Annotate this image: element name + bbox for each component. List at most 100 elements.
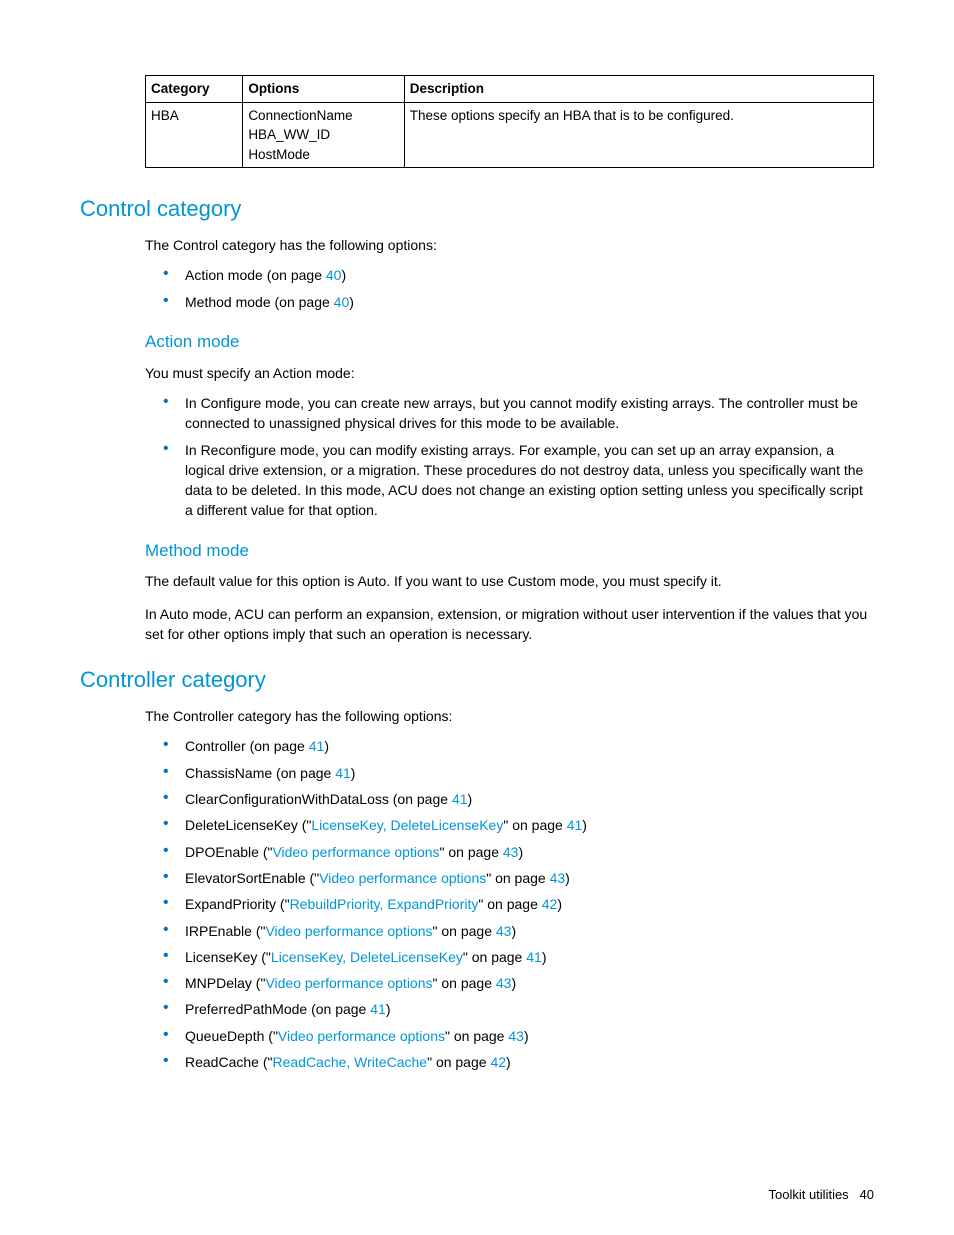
cross-ref-link[interactable]: Video performance options (265, 975, 432, 991)
item-pre: DeleteLicenseKey (" (185, 817, 311, 833)
item-pre: LicenseKey (" (185, 949, 271, 965)
cross-ref-link[interactable]: LicenseKey, DeleteLicenseKey (311, 817, 503, 833)
item-post: ) (351, 765, 356, 781)
th-description: Description (404, 76, 873, 103)
item-post: ) (557, 896, 562, 912)
cross-ref-link[interactable]: Video performance options (272, 844, 439, 860)
item-mid: " on page (463, 949, 526, 965)
item-post: ) (511, 975, 516, 991)
heading-control-category: Control category (80, 193, 874, 225)
heading-action-mode: Action mode (145, 330, 874, 355)
item-post: ) (518, 844, 523, 860)
item-pre: IRPEnable (" (185, 923, 265, 939)
table-header-row: Category Options Description (146, 76, 874, 103)
opt-item: ConnectionName (248, 106, 398, 126)
heading-controller-category: Controller category (80, 664, 874, 696)
item-mid: " on page (427, 1054, 490, 1070)
list-item: Controller (on page 41) (185, 736, 874, 756)
list-item: MNPDelay ("Video performance options" on… (185, 973, 874, 993)
list-item: ExpandPriority ("RebuildPriority, Expand… (185, 894, 874, 914)
item-label: Method mode (on page (185, 294, 334, 310)
page-link[interactable]: 43 (508, 1028, 524, 1044)
list-item: ReadCache ("ReadCache, WriteCache" on pa… (185, 1052, 874, 1072)
item-pre: ExpandPriority (" (185, 896, 290, 912)
item-post: ) (468, 791, 473, 807)
item-pre: ClearConfigurationWithDataLoss (on page (185, 791, 452, 807)
item-label: Action mode (on page (185, 267, 326, 283)
page-link[interactable]: 40 (326, 267, 342, 283)
item-post: ) (565, 870, 570, 886)
item-post: ) (506, 1054, 511, 1070)
td-options: ConnectionName HBA_WW_ID HostMode (243, 102, 404, 168)
item-mid: " on page (440, 844, 503, 860)
page-link[interactable]: 40 (334, 294, 350, 310)
list-item: ChassisName (on page 41) (185, 763, 874, 783)
list-item: IRPEnable ("Video performance options" o… (185, 921, 874, 941)
cross-ref-link[interactable]: 41 (309, 738, 325, 754)
cross-ref-link[interactable]: Video performance options (265, 923, 432, 939)
page-link[interactable]: 43 (550, 870, 566, 886)
cross-ref-link[interactable]: 41 (335, 765, 351, 781)
controller-options-list: Controller (on page 41)ChassisName (on p… (185, 736, 874, 1072)
item-pre: PreferredPathMode (on page (185, 1001, 370, 1017)
page-link[interactable]: 43 (496, 975, 512, 991)
item-pre: DPOEnable (" (185, 844, 272, 860)
item-mid: " on page (445, 1028, 508, 1044)
th-category: Category (146, 76, 243, 103)
footer-page: 40 (860, 1187, 874, 1202)
page-link[interactable]: 41 (526, 949, 542, 965)
heading-method-mode: Method mode (145, 539, 874, 564)
cross-ref-link[interactable]: Video performance options (319, 870, 486, 886)
action-intro: You must specify an Action mode: (145, 363, 874, 383)
cross-ref-link[interactable]: Video performance options (278, 1028, 445, 1044)
action-list: In Configure mode, you can create new ar… (185, 393, 874, 521)
list-item: ElevatorSortEnable ("Video performance o… (185, 868, 874, 888)
item-mid: " on page (433, 923, 496, 939)
th-options: Options (243, 76, 404, 103)
footer-label: Toolkit utilities (768, 1187, 848, 1202)
item-mid: " on page (433, 975, 496, 991)
item-post: ) (511, 923, 516, 939)
item-post: ) (582, 817, 587, 833)
page-link[interactable]: 41 (567, 817, 583, 833)
cross-ref-link[interactable]: ReadCache, WriteCache (272, 1054, 427, 1070)
item-pre: ElevatorSortEnable (" (185, 870, 319, 886)
list-item: ClearConfigurationWithDataLoss (on page … (185, 789, 874, 809)
footer: Toolkit utilities 40 (768, 1186, 874, 1205)
item-pre: MNPDelay (" (185, 975, 265, 991)
method-p2: In Auto mode, ACU can perform an expansi… (145, 604, 874, 645)
page-link[interactable]: 43 (503, 844, 519, 860)
item-pre: Controller (on page (185, 738, 309, 754)
control-options-list: Action mode (on page 40) Method mode (on… (185, 265, 874, 312)
item-post: ) (524, 1028, 529, 1044)
item-mid: " on page (478, 896, 541, 912)
list-item: QueueDepth ("Video performance options" … (185, 1026, 874, 1046)
cross-ref-link[interactable]: 41 (370, 1001, 386, 1017)
item-post: ) (386, 1001, 391, 1017)
item-pre: ChassisName (on page (185, 765, 335, 781)
item-post: ) (324, 738, 329, 754)
cross-ref-link[interactable]: 41 (452, 791, 468, 807)
item-mid: " on page (486, 870, 549, 886)
cross-ref-link[interactable]: LicenseKey, DeleteLicenseKey (271, 949, 463, 965)
control-intro: The Control category has the following o… (145, 235, 874, 255)
item-post: ) (542, 949, 547, 965)
list-item: In Configure mode, you can create new ar… (185, 393, 874, 434)
item-suffix: ) (349, 294, 354, 310)
list-item: LicenseKey ("LicenseKey, DeleteLicenseKe… (185, 947, 874, 967)
item-suffix: ) (341, 267, 346, 283)
table-row: HBA ConnectionName HBA_WW_ID HostMode Th… (146, 102, 874, 168)
page-link[interactable]: 42 (490, 1054, 506, 1070)
hba-table: Category Options Description HBA Connect… (145, 75, 874, 168)
page-link[interactable]: 43 (496, 923, 512, 939)
list-item: PreferredPathMode (on page 41) (185, 999, 874, 1019)
list-item: DPOEnable ("Video performance options" o… (185, 842, 874, 862)
list-item: In Reconfigure mode, you can modify exis… (185, 440, 874, 521)
opt-item: HostMode (248, 145, 398, 165)
page-link[interactable]: 42 (542, 896, 558, 912)
item-pre: ReadCache (" (185, 1054, 272, 1070)
td-description: These options specify an HBA that is to … (404, 102, 873, 168)
cross-ref-link[interactable]: RebuildPriority, ExpandPriority (290, 896, 479, 912)
opt-item: HBA_WW_ID (248, 125, 398, 145)
list-item: DeleteLicenseKey ("LicenseKey, DeleteLic… (185, 815, 874, 835)
